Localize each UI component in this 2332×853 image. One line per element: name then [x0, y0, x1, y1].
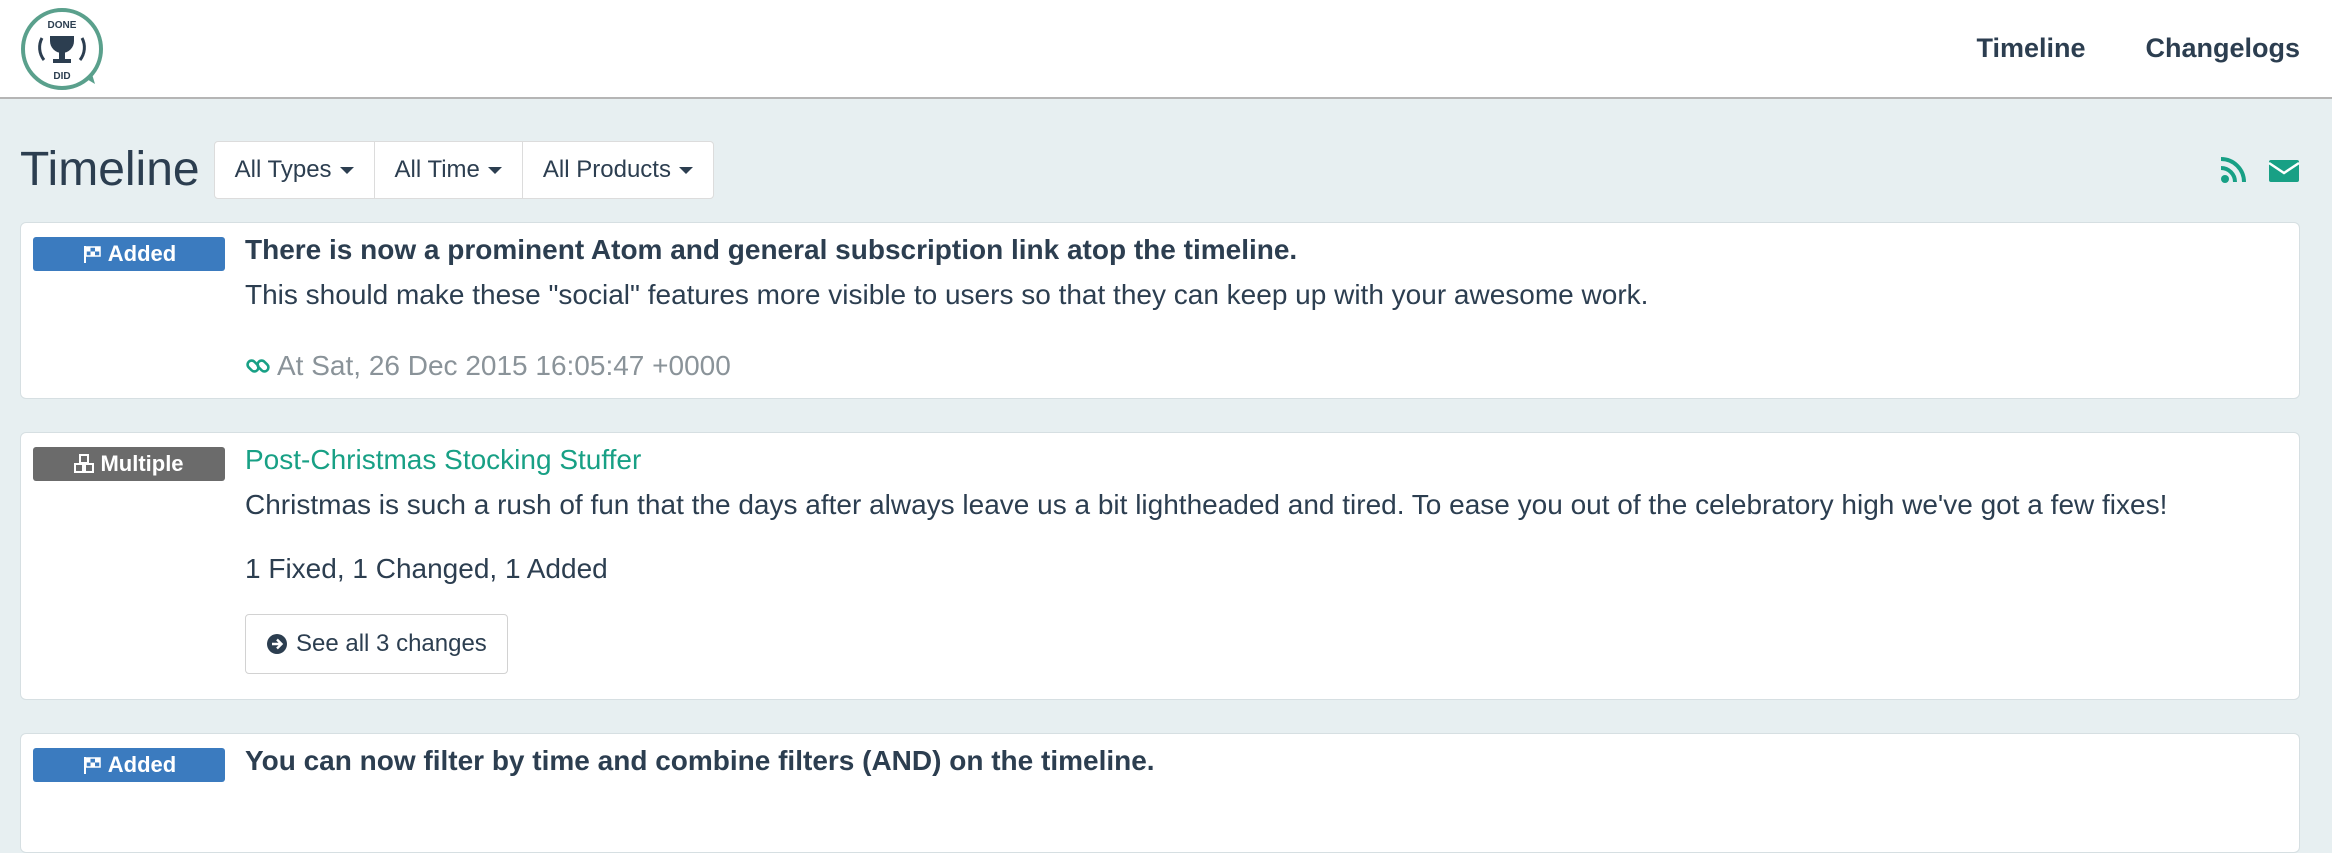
entry-timestamp-link[interactable]: At Sat, 26 Dec 2015 16:05:47 +0000 [245, 349, 2279, 383]
see-all-label: See all 3 changes [296, 630, 487, 657]
entry-title-link[interactable]: Post-Christmas Stocking Stuffer [245, 443, 2279, 477]
flag-checkered-icon [83, 246, 101, 263]
change-summary: 1 Fixed, 1 Changed, 1 Added [245, 553, 608, 584]
arrow-circle-right-icon [267, 634, 287, 654]
entry-body: You can now filter by time and combine f… [245, 744, 2279, 778]
flag-checkered-icon [83, 757, 101, 774]
caret-down-icon [339, 166, 354, 174]
top-navbar: DONE DID Timeline Changelogs [0, 0, 2332, 99]
filter-group: All Types All Time All Products [213, 141, 714, 199]
timeline-entry: Added There is now a prominent Atom and … [20, 222, 2300, 399]
main-nav: Timeline Changelogs [1976, 0, 2300, 97]
page-title: Timeline [20, 143, 200, 196]
donedid-logo[interactable]: DONE DID [19, 6, 105, 92]
filter-products-dropdown[interactable]: All Products [523, 142, 713, 198]
entry-body: Post-Christmas Stocking Stuffer Christma… [245, 443, 2279, 674]
entry-description: Christmas is such a rush of fun that the… [245, 489, 2168, 520]
entry-title: There is now a prominent Atom and genera… [245, 234, 1298, 265]
badge-label: Multiple [100, 451, 184, 476]
subscription-links [2218, 155, 2300, 185]
nav-changelogs[interactable]: Changelogs [2145, 33, 2300, 64]
filter-types-label: All Types [234, 156, 332, 183]
svg-text:DONE: DONE [48, 20, 77, 31]
entry-body: There is now a prominent Atom and genera… [245, 233, 2279, 383]
caret-down-icon [678, 166, 693, 174]
envelope-icon[interactable] [2268, 155, 2300, 185]
filter-time-label: All Time [394, 156, 480, 183]
timeline-entry: Added You can now filter by time and com… [20, 733, 2300, 853]
svg-text:DID: DID [53, 71, 70, 82]
badge-label: Added [107, 241, 177, 266]
filter-products-label: All Products [542, 156, 671, 183]
link-icon [246, 359, 270, 373]
caret-down-icon [487, 166, 502, 174]
timestamp-text: At Sat, 26 Dec 2015 16:05:47 +0000 [277, 350, 731, 381]
cubes-icon [74, 454, 95, 473]
filter-time-dropdown[interactable]: All Time [375, 142, 523, 198]
entry-title: You can now filter by time and combine f… [245, 745, 1155, 776]
nav-timeline[interactable]: Timeline [1976, 33, 2085, 64]
entry-description: This should make these "social" features… [245, 279, 1649, 310]
rss-icon[interactable] [2218, 155, 2250, 185]
timeline-toolbar: Timeline All Types All Time All Products [20, 141, 714, 199]
see-all-changes-button[interactable]: See all 3 changes [245, 614, 508, 674]
badge-label: Added [107, 752, 177, 777]
multiple-badge: Multiple [33, 447, 225, 481]
timeline-entry: Multiple Post-Christmas Stocking Stuffer… [20, 432, 2300, 700]
added-badge: Added [33, 237, 225, 271]
filter-types-dropdown[interactable]: All Types [215, 142, 375, 198]
added-badge: Added [33, 748, 225, 782]
